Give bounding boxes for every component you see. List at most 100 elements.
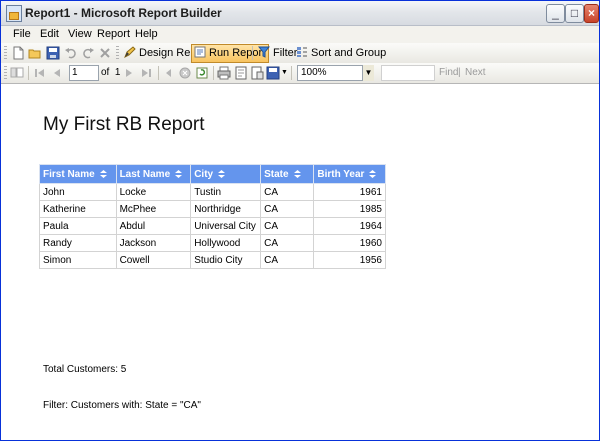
next-page-icon[interactable] (122, 66, 136, 80)
table-row: Simon Cowell Studio City CA 1956 (39, 251, 386, 269)
stop-icon[interactable] (178, 66, 192, 80)
cell-birth-year: 1960 (313, 234, 386, 252)
redo-icon[interactable] (81, 46, 95, 60)
total-pages: 1 (114, 67, 121, 78)
window-title: Report1 - Microsoft Report Builder (25, 6, 222, 20)
cell-first-name: Paula (39, 217, 117, 235)
main-toolbar: Design Report Run Report Filter Sort and… (1, 43, 599, 64)
close-button[interactable]: × (584, 4, 599, 23)
find-link[interactable]: Find (439, 67, 458, 78)
open-folder-icon[interactable] (28, 46, 42, 60)
cell-city: Hollywood (190, 234, 262, 252)
cell-city: Studio City (190, 251, 262, 269)
cell-last-name: Jackson (115, 234, 192, 252)
sort-icon[interactable] (175, 169, 183, 178)
print-icon[interactable] (217, 66, 231, 80)
sort-group-icon (297, 47, 307, 57)
export-icon[interactable] (266, 66, 280, 80)
menu-bar: File Edit View Report Help (1, 26, 599, 44)
cell-first-name: John (39, 183, 117, 201)
back-icon[interactable] (162, 66, 176, 80)
undo-icon[interactable] (64, 46, 78, 60)
cell-first-name: Simon (39, 251, 117, 269)
toolbar-separator-3 (158, 66, 159, 80)
menu-edit[interactable]: Edit (40, 28, 59, 40)
page-setup-icon[interactable] (250, 66, 264, 80)
toolbar-grip-3[interactable] (4, 66, 7, 80)
column-header-city[interactable]: City (190, 164, 262, 184)
sort-and-group-label: Sort and Group (311, 47, 387, 59)
table-row: Paula Abdul Universal City CA 1964 (39, 217, 386, 235)
cell-state: CA (260, 183, 315, 201)
cell-first-name: Randy (39, 234, 117, 252)
report-builder-window: Report1 - Microsoft Report Builder _ □ ×… (0, 0, 600, 441)
find-separator: | (458, 67, 461, 78)
menu-help[interactable]: Help (135, 28, 158, 40)
toolbar-separator-4 (213, 66, 214, 80)
cell-state: CA (260, 200, 315, 218)
new-document-icon[interactable] (11, 46, 25, 60)
cell-city: Tustin (190, 183, 262, 201)
previous-page-icon[interactable] (50, 66, 64, 80)
delete-icon[interactable] (98, 46, 112, 60)
cell-city: Northridge (190, 200, 262, 218)
cell-birth-year: 1961 (313, 183, 386, 201)
cell-last-name: Abdul (115, 217, 192, 235)
toolbar-separator (252, 46, 253, 60)
sort-icon[interactable] (369, 169, 377, 178)
toolbar-grip-2[interactable] (116, 46, 119, 60)
print-layout-icon[interactable] (234, 66, 248, 80)
zoom-dropdown-icon[interactable]: ▼ (362, 65, 374, 81)
cell-last-name: McPhee (115, 200, 192, 218)
toolbar-separator-2 (28, 66, 29, 80)
cell-birth-year: 1964 (313, 217, 386, 235)
report-title: My First RB Report (43, 114, 205, 135)
next-link[interactable]: Next (465, 67, 486, 78)
refresh-icon[interactable] (195, 66, 209, 80)
last-page-icon[interactable] (139, 66, 153, 80)
cell-last-name: Cowell (115, 251, 192, 269)
cell-birth-year: 1985 (313, 200, 386, 218)
cell-city: Universal City (190, 217, 262, 235)
run-report-icon (194, 46, 206, 58)
page-of-label: of 1 (101, 67, 121, 78)
document-map-icon[interactable] (10, 66, 24, 80)
sort-icon[interactable] (218, 169, 226, 178)
cell-state: CA (260, 251, 315, 269)
export-dropdown-icon[interactable]: ▼ (281, 69, 288, 76)
maximize-button[interactable]: □ (565, 4, 584, 23)
title-bar[interactable]: Report1 - Microsoft Report Builder _ □ × (1, 1, 599, 26)
column-header-state[interactable]: State (260, 164, 315, 184)
find-input[interactable] (381, 65, 435, 81)
cell-first-name: Katherine (39, 200, 117, 218)
column-header-first-name[interactable]: First Name (39, 164, 117, 184)
sort-and-group-button[interactable]: Sort and Group (293, 44, 387, 63)
table-row: Katherine McPhee Northridge CA 1985 (39, 200, 386, 218)
sort-icon[interactable] (293, 169, 301, 178)
first-page-icon[interactable] (33, 66, 47, 80)
design-icon (124, 46, 136, 58)
table-row: John Locke Tustin CA 1961 (39, 183, 386, 201)
report-canvas[interactable]: My First RB Report First Name Last Name … (1, 84, 599, 440)
cell-state: CA (260, 217, 315, 235)
filter-icon (258, 46, 270, 58)
sort-icon[interactable] (99, 169, 107, 178)
filter-button[interactable]: Filter (255, 44, 298, 63)
toolbar-grip[interactable] (4, 46, 7, 60)
cell-last-name: Locke (115, 183, 192, 201)
report-table: First Name Last Name City State Birth Ye… (39, 164, 386, 269)
current-page-input[interactable]: 1 (69, 65, 99, 81)
table-header-row: First Name Last Name City State Birth Ye… (39, 164, 386, 184)
report-navigation-toolbar: 1 of 1 ▼ 100% ▼ Find | Next (1, 63, 599, 84)
column-header-birth-year[interactable]: Birth Year (313, 164, 386, 184)
toolbar-separator-5 (291, 66, 292, 80)
save-icon[interactable] (46, 46, 60, 60)
menu-file[interactable]: File (13, 28, 31, 40)
minimize-button[interactable]: _ (546, 4, 565, 23)
table-row: Randy Jackson Hollywood CA 1960 (39, 234, 386, 252)
column-header-last-name[interactable]: Last Name (115, 164, 192, 184)
menu-report[interactable]: Report (97, 28, 130, 40)
total-customers-text: Total Customers: 5 (43, 364, 127, 375)
filter-description-text: Filter: Customers with: State = "CA" (43, 400, 201, 411)
menu-view[interactable]: View (68, 28, 92, 40)
